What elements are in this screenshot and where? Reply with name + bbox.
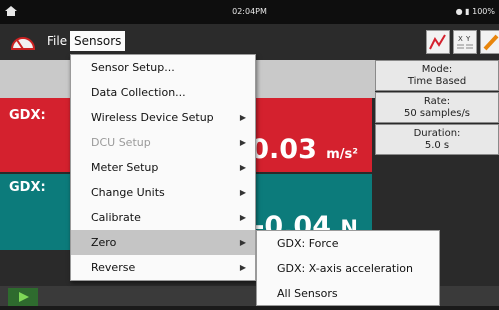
meter-label: GDX: (9, 180, 46, 195)
duration-label: Duration: (413, 128, 461, 139)
chevron-right-icon: ▶ (239, 113, 246, 122)
mode-panel[interactable]: Mode: Time Based (375, 60, 499, 91)
chevron-right-icon: ▶ (239, 238, 246, 247)
sensors-dropdown: Sensor Setup... Data Collection... Wirel… (70, 54, 256, 281)
battery-icon: ▮ (465, 7, 470, 16)
chevron-right-icon: ▶ (239, 138, 246, 147)
chevron-right-icon: ▶ (239, 163, 246, 172)
gauge-icon[interactable] (10, 31, 36, 53)
submenu-item-gdx-force[interactable]: GDX: Force (257, 231, 439, 256)
pencil-icon (483, 34, 499, 51)
menu-item-change-units[interactable]: Change Units ▶ (71, 180, 255, 205)
rate-panel[interactable]: Rate: 50 samples/s (375, 92, 499, 123)
status-time: 02:04PM (232, 7, 267, 16)
notes-button[interactable] (480, 30, 499, 54)
submenu-item-all-sensors[interactable]: All Sensors (257, 281, 439, 306)
collect-button[interactable] (8, 288, 38, 306)
zero-submenu: GDX: Force GDX: X-axis acceleration All … (256, 230, 440, 306)
duration-panel[interactable]: Duration: 5.0 s (375, 124, 499, 155)
wifi-icon: ● (455, 7, 463, 16)
meter-unit: m/s² (326, 147, 358, 162)
menu-item-zero[interactable]: Zero ▶ (71, 230, 255, 255)
chevron-right-icon: ▶ (239, 188, 246, 197)
table-view-button[interactable]: X Y (453, 30, 477, 54)
menu-item-sensor-setup[interactable]: Sensor Setup... (71, 55, 255, 80)
chevron-right-icon: ▶ (239, 263, 246, 272)
svg-text:X: X (458, 35, 463, 43)
menu-item-meter-setup[interactable]: Meter Setup ▶ (71, 155, 255, 180)
menu-item-calibrate[interactable]: Calibrate ▶ (71, 205, 255, 230)
rate-value: 50 samples/s (403, 108, 471, 119)
sensors-menu[interactable]: Sensors (70, 31, 126, 51)
submenu-item-gdx-x-acceleration[interactable]: GDX: X-axis acceleration (257, 256, 439, 281)
status-bar: 02:04PM ● ▮ 100% (0, 0, 499, 24)
chevron-right-icon: ▶ (239, 213, 246, 222)
mode-value: Time Based (407, 76, 467, 87)
table-icon: X Y (457, 35, 473, 49)
graph-icon (429, 34, 446, 50)
battery-percent: 100% (472, 7, 495, 16)
menu-item-data-collection[interactable]: Data Collection... (71, 80, 255, 105)
menu-item-reverse[interactable]: Reverse ▶ (71, 255, 255, 280)
meter-label: GDX: (9, 108, 46, 123)
duration-value: 5.0 s (424, 140, 450, 151)
svg-text:Y: Y (465, 35, 471, 43)
mode-label: Mode: (421, 64, 453, 75)
status-battery: ● ▮ 100% (456, 7, 495, 16)
file-menu[interactable]: File (47, 34, 67, 48)
menu-item-wireless-device-setup[interactable]: Wireless Device Setup ▶ (71, 105, 255, 130)
meter-value: 0.03 m/s² (250, 134, 358, 165)
menu-item-dcu-setup: DCU Setup ▶ (71, 130, 255, 155)
graph-view-button[interactable] (426, 30, 450, 54)
rate-label: Rate: (423, 96, 451, 107)
play-icon (19, 292, 29, 302)
